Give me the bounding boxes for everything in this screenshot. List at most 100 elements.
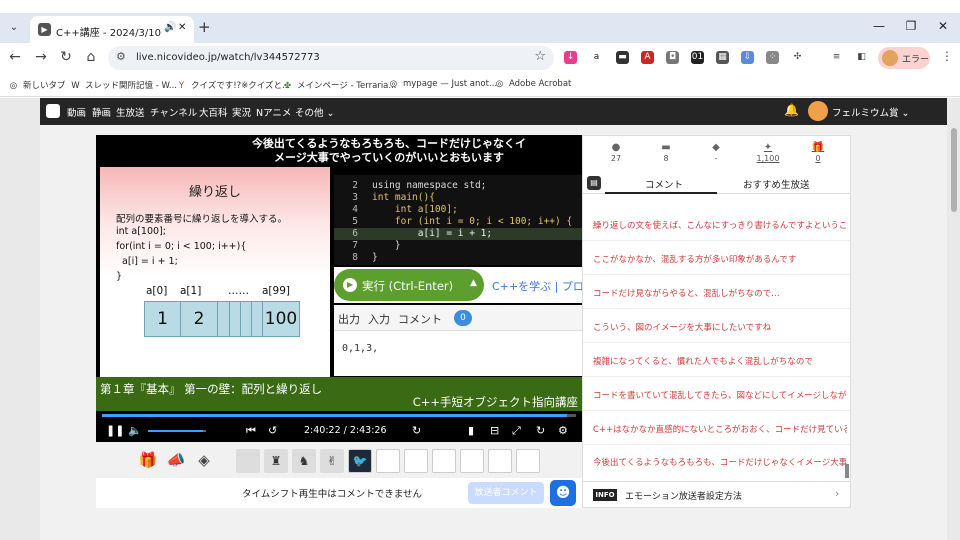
minimize-icon[interactable]: — bbox=[870, 19, 888, 33]
bookmark-item[interactable]: Y クイズです!?※クイズと... bbox=[176, 79, 290, 91]
tab-recommended[interactable]: おすすめ生放送 bbox=[743, 177, 810, 191]
address-bar[interactable]: ⚙ live.nicovideo.jp/watch/lv344572773 ☆ bbox=[108, 46, 554, 70]
niconico-logo-icon[interactable] bbox=[46, 104, 60, 118]
comment-stat: ▬ 8 bbox=[641, 142, 691, 163]
fullscreen-icon[interactable]: ⤢ bbox=[512, 424, 521, 438]
new-tab-button[interactable]: + bbox=[198, 18, 211, 36]
gift-slot[interactable] bbox=[460, 449, 484, 473]
run-button: ▶ 実行 (Ctrl-Enter) ▲ bbox=[334, 269, 484, 301]
nav-video[interactable]: 動画 bbox=[67, 105, 86, 119]
home-icon[interactable]: ⌂ bbox=[82, 49, 100, 65]
forward-icon[interactable]: → bbox=[32, 49, 50, 65]
nav-anime[interactable]: Nアニメ bbox=[256, 105, 291, 119]
twitter-icon[interactable]: 🐦 bbox=[348, 449, 372, 473]
tab-comments[interactable]: コメント bbox=[645, 177, 683, 191]
gift-slot-person-icon[interactable]: ✌ bbox=[320, 449, 344, 473]
profile-button[interactable]: エラー bbox=[878, 47, 930, 69]
yahoo-icon: Y bbox=[178, 81, 185, 91]
ext-icon[interactable]: ▦ bbox=[716, 51, 729, 64]
nav-more[interactable]: その他 ⌄ bbox=[295, 105, 335, 119]
amazon-ext-icon[interactable]: a bbox=[590, 51, 603, 64]
user-avatar[interactable] bbox=[808, 101, 828, 121]
back-icon[interactable]: ← bbox=[6, 49, 24, 65]
ext-icon[interactable]: 01 bbox=[691, 51, 704, 64]
comment-item[interactable]: 繰り返しの文を使えば、こんなにすっきり書けるんですよというこ bbox=[593, 219, 847, 231]
user-name[interactable]: フェルミウム賞 ⌄ bbox=[832, 105, 910, 119]
gift-slot[interactable] bbox=[488, 449, 512, 473]
ext-icon[interactable]: ⇩ bbox=[741, 51, 754, 64]
tab-search-button[interactable]: ⌄ bbox=[4, 19, 24, 37]
nav-jikkyo[interactable]: 実況 bbox=[232, 105, 251, 119]
volume-icon[interactable]: 🔈 bbox=[128, 424, 142, 437]
comment-toggle-icon[interactable]: ▮ bbox=[468, 424, 474, 437]
seek-bar[interactable] bbox=[102, 414, 576, 417]
gift-slot-castle-icon[interactable]: ♜ bbox=[264, 449, 288, 473]
side-panel-icon[interactable]: ◧ bbox=[855, 51, 868, 64]
nav-dic[interactable]: 大百科 bbox=[199, 105, 228, 119]
reading-list-icon[interactable]: ≡ bbox=[830, 51, 843, 64]
download-ext-icon[interactable]: ↓ bbox=[564, 51, 577, 64]
extensions-puzzle-icon[interactable]: ✣ bbox=[791, 51, 804, 64]
bookmark-item[interactable]: ◎ mypage — Just anot... bbox=[388, 79, 497, 89]
gift-icon[interactable]: 🎁 bbox=[136, 448, 160, 472]
emotion-face-icon[interactable]: ☻ bbox=[550, 480, 576, 506]
pause-icon[interactable]: ❚❚ bbox=[106, 424, 124, 437]
ext-icon[interactable]: ⁘ bbox=[766, 51, 779, 64]
bookmark-item[interactable]: ✤ メインページ - Terraria... bbox=[282, 79, 397, 91]
comment-item[interactable]: こういう、図のイメージを大事にしたいですね bbox=[593, 321, 847, 333]
menu-icon[interactable]: ⋮ bbox=[938, 49, 956, 63]
volume-level bbox=[148, 430, 204, 432]
forward-10-icon[interactable]: ↻ bbox=[412, 424, 421, 437]
rewind-10-icon[interactable]: ↺ bbox=[268, 424, 277, 437]
pdf-ext-icon[interactable]: A bbox=[641, 51, 654, 64]
ad-megaphone-icon[interactable]: 📣 bbox=[164, 448, 188, 472]
reload-video-icon[interactable]: ↻ bbox=[536, 424, 545, 437]
comment-item[interactable]: コードだけ見ながらやると、混乱しがちなので… bbox=[593, 287, 847, 299]
volume-slider[interactable] bbox=[148, 430, 206, 432]
cube-icon[interactable]: ◈ bbox=[192, 448, 216, 472]
gift-slot[interactable] bbox=[376, 449, 400, 473]
gift-slot[interactable] bbox=[516, 449, 540, 473]
gift-slot-animal-icon[interactable]: ♞ bbox=[292, 449, 316, 473]
gift-point-stat[interactable]: ✦ 1,100 bbox=[743, 142, 793, 163]
info-bar[interactable]: INFO エモーション放送者設定方法 › bbox=[583, 481, 850, 508]
nav-seiga[interactable]: 静画 bbox=[92, 105, 111, 119]
broadcaster-comment-button[interactable]: 放送者コメント bbox=[468, 482, 544, 504]
nav-channel[interactable]: チャンネル bbox=[150, 105, 197, 119]
restore-icon[interactable]: ❐ bbox=[902, 19, 920, 33]
bookmark-item[interactable]: ◎ 新しいタブ bbox=[8, 79, 66, 91]
reload-icon[interactable]: ↻ bbox=[57, 49, 75, 65]
settings-gear-icon[interactable]: ⚙ bbox=[558, 424, 568, 437]
comment-item[interactable]: C++はなかなか直感的にないところがおおく、コードだけ見ている bbox=[593, 423, 847, 435]
gift-slot[interactable] bbox=[404, 449, 428, 473]
browser-tab[interactable]: ▶ C++講座 - 2024/3/10(日) 2: 🔊 ✕ bbox=[30, 16, 194, 43]
nav-live[interactable]: 生放送 bbox=[116, 105, 145, 119]
theater-icon[interactable]: ⊟ bbox=[490, 424, 499, 437]
skip-start-icon[interactable]: ⏮ bbox=[246, 424, 256, 438]
gift-slot[interactable] bbox=[432, 449, 456, 473]
bookmark-item[interactable]: W スレッド関所記憶 - W... bbox=[70, 79, 177, 91]
scrollbar-thumb[interactable] bbox=[951, 128, 957, 212]
array-cell: 1 bbox=[145, 302, 181, 336]
gift-stat[interactable]: 🎁 0 bbox=[793, 142, 843, 163]
video-player[interactable]: 繰り返し 配列の要素番号に繰り返しを導入する。 int a[100]; for(… bbox=[96, 135, 582, 442]
notification-bell-icon[interactable]: 🔔 bbox=[784, 103, 799, 117]
ext-icon[interactable]: ▬ bbox=[616, 51, 629, 64]
comment-item[interactable]: コードを書いていて混乱してきたら、図などにしてイメージしなが bbox=[593, 389, 847, 401]
index-label: a[1] bbox=[180, 285, 202, 297]
ext-icon[interactable]: ◘ bbox=[666, 51, 679, 64]
comment-item[interactable]: ここがなかなか、混乱する方が多い印象があるんです bbox=[593, 253, 847, 265]
comment-item[interactable]: 今後出てくるようなもろもろも、コードだけじゃなくイメージ大事 bbox=[593, 456, 847, 468]
viewer-icon: ● bbox=[611, 142, 621, 153]
tab-close-icon[interactable]: ✕ bbox=[178, 22, 186, 33]
window-close-icon[interactable]: ✕ bbox=[934, 19, 952, 33]
bookmark-star-icon[interactable]: ☆ bbox=[534, 49, 546, 64]
comment-list-icon[interactable]: ▤ bbox=[587, 176, 601, 190]
comment-item[interactable]: 複雑になってくると、慣れた人でもよく混乱しがちなので bbox=[593, 355, 847, 367]
comment-scrollbar-thumb[interactable] bbox=[845, 464, 849, 478]
site-info-icon[interactable]: ⚙ bbox=[116, 50, 126, 63]
gift-slot[interactable] bbox=[236, 449, 260, 473]
bookmark-item[interactable]: ◎ Adobe Acrobat bbox=[494, 79, 572, 89]
comment-caption: 今後出てくるようなもろもろも、コードだけじゃなくイ メージ大事でやっていくのがい… bbox=[251, 137, 527, 164]
audio-playing-icon[interactable]: 🔊 bbox=[164, 22, 176, 33]
